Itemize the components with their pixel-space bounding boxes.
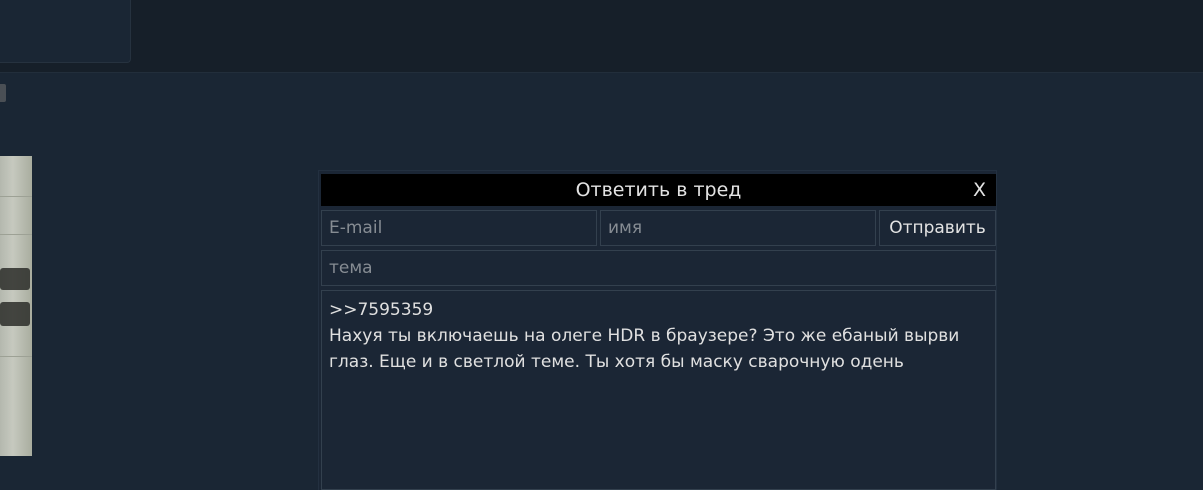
submit-button[interactable]: Отправить (879, 210, 996, 246)
reply-form-title: Ответить в тред (575, 179, 742, 201)
reply-form: Ответить в тред X Отправить >>7595359 На… (318, 170, 997, 490)
top-panel (0, 0, 131, 63)
email-field[interactable] (321, 210, 597, 246)
message-textarea[interactable]: >>7595359 Нахуя ты включаешь на олеге HD… (321, 290, 996, 490)
subject-field[interactable] (321, 250, 996, 286)
name-field[interactable] (600, 210, 876, 246)
top-bar (0, 0, 1203, 73)
expand-toggle-button[interactable] (0, 84, 6, 102)
reply-form-header[interactable]: Ответить в тред X (321, 174, 996, 206)
close-button[interactable]: X (973, 174, 986, 206)
post-image-thumbnail[interactable] (0, 156, 32, 456)
